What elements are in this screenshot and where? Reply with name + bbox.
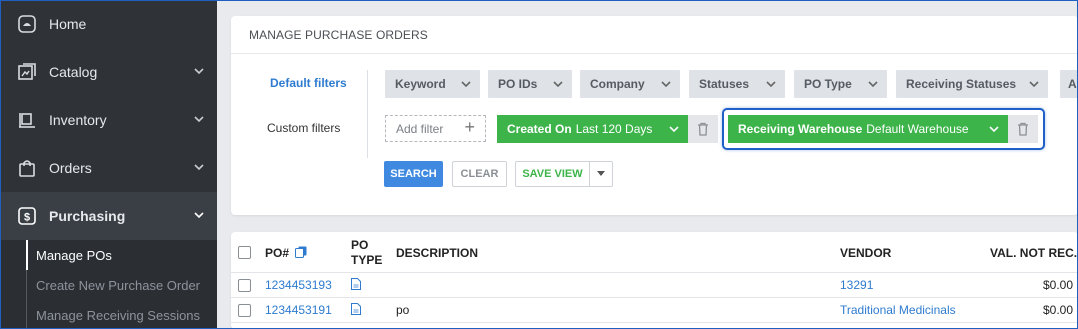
- filter-truncated[interactable]: A: [1060, 70, 1078, 98]
- divider: [231, 53, 1078, 54]
- divider: [231, 272, 1078, 273]
- clear-button[interactable]: CLEAR: [452, 161, 507, 187]
- sub-item-receiving-sessions[interactable]: Manage Receiving Sessions: [0, 300, 217, 329]
- chevron-down-icon: [1029, 81, 1039, 88]
- document-icon[interactable]: [351, 278, 361, 290]
- val-not-rec: $0.00: [1043, 278, 1074, 292]
- nav-purchasing-label: Purchasing: [49, 208, 126, 224]
- filter-label: Receiving Statuses: [906, 77, 1017, 91]
- chevron-down-icon: [766, 81, 776, 88]
- remove-receiving-warehouse-button[interactable]: [1008, 115, 1038, 143]
- filter-label: PO Type: [804, 77, 852, 91]
- purchasing-submenu: Manage POs Create New Purchase Order Man…: [0, 240, 217, 329]
- filter-label: PO IDs: [498, 77, 538, 91]
- svg-text:$: $: [24, 212, 30, 224]
- column-header-po[interactable]: PO#: [265, 246, 307, 260]
- chevron-down-icon: [194, 212, 204, 219]
- chevron-down-icon: [194, 68, 204, 75]
- default-filters-label[interactable]: Default filters: [270, 76, 347, 90]
- chevron-down-icon: [194, 164, 204, 171]
- receiving-warehouse-filter[interactable]: Receiving Warehouse Default Warehouse: [728, 115, 1008, 143]
- home-icon: [16, 13, 38, 35]
- filter-name: Created On: [507, 122, 572, 136]
- filter-label: Keyword: [395, 77, 446, 91]
- row-checkbox[interactable]: [238, 304, 251, 317]
- column-header-description[interactable]: DESCRIPTION: [396, 246, 478, 260]
- purchasing-icon: $: [16, 205, 38, 227]
- column-header-val-not-rec[interactable]: VAL. NOT REC.: [990, 246, 1077, 260]
- nav-orders-label: Orders: [49, 160, 92, 176]
- filter-value: Default Warehouse: [866, 122, 969, 136]
- filter-company[interactable]: Company: [580, 70, 680, 98]
- chevron-down-icon: [661, 81, 671, 88]
- filter-name: Receiving Warehouse: [738, 122, 863, 136]
- filter-label: A: [1068, 77, 1077, 91]
- divider: [231, 297, 1078, 298]
- remove-created-on-button[interactable]: [688, 115, 718, 143]
- search-button[interactable]: SEARCH: [384, 161, 443, 187]
- nav-home[interactable]: Home: [0, 0, 217, 48]
- trash-icon: [1018, 122, 1028, 136]
- po-number-link[interactable]: 1234453191: [265, 303, 332, 317]
- val-not-rec: $0.00: [1043, 303, 1074, 317]
- po-table: PO# PO TYPE DESCRIPTION VENDOR VAL. NOT …: [231, 232, 1078, 329]
- nav-inventory-label: Inventory: [49, 112, 107, 128]
- catalog-icon: [16, 61, 38, 83]
- filter-statuses[interactable]: Statuses: [689, 70, 785, 98]
- save-view-dropdown[interactable]: [589, 161, 613, 187]
- sub-item-manage-pos[interactable]: Manage POs: [0, 240, 217, 270]
- trash-icon: [698, 122, 708, 136]
- inventory-icon: [16, 109, 38, 131]
- filters-panel: MANAGE PURCHASE ORDERS Default filters C…: [231, 16, 1078, 215]
- column-header-vendor[interactable]: VENDOR: [840, 246, 891, 260]
- column-header-po-type[interactable]: PO TYPE: [351, 238, 382, 268]
- header-label: TYPE: [351, 253, 383, 267]
- divider: [231, 322, 1078, 323]
- caret-down-icon: [597, 171, 605, 176]
- orders-icon: [16, 157, 38, 179]
- nav-catalog[interactable]: Catalog: [0, 48, 217, 96]
- add-filter-label: Add filter: [396, 121, 444, 136]
- po-description: po: [396, 303, 410, 317]
- filter-po-ids[interactable]: PO IDs: [488, 70, 572, 98]
- chevron-down-icon: [553, 81, 563, 88]
- vendor-link[interactable]: Traditional Medicinals: [840, 303, 956, 317]
- document-icon[interactable]: [351, 303, 361, 315]
- chevron-down-icon: [868, 81, 878, 88]
- header-label: PO#: [265, 246, 290, 260]
- header-label: PO: [351, 238, 369, 252]
- select-all-checkbox[interactable]: [238, 246, 251, 259]
- chevron-down-icon: [461, 81, 471, 88]
- filter-po-type[interactable]: PO Type: [794, 70, 887, 98]
- divider: [367, 70, 368, 158]
- plus-icon: +: [464, 117, 475, 137]
- row-checkbox[interactable]: [238, 279, 251, 292]
- save-view-button[interactable]: SAVE VIEW: [515, 161, 589, 187]
- nav-home-label: Home: [49, 16, 87, 32]
- vendor-link[interactable]: 13291: [840, 278, 873, 292]
- nav-purchasing[interactable]: $ Purchasing: [0, 192, 217, 240]
- nav-catalog-label: Catalog: [49, 64, 98, 80]
- created-on-filter[interactable]: Created On Last 120 Days: [497, 115, 688, 143]
- nav-orders[interactable]: Orders: [0, 144, 217, 192]
- filter-label: Statuses: [699, 77, 750, 91]
- filter-label: Company: [590, 77, 645, 91]
- page-title: MANAGE PURCHASE ORDERS: [249, 28, 428, 42]
- chevron-down-icon: [194, 116, 204, 123]
- add-filter-button[interactable]: Add filter +: [385, 115, 486, 142]
- filter-value: Last 120 Days: [575, 122, 653, 136]
- filter-keyword[interactable]: Keyword: [385, 70, 480, 98]
- filter-receiving-statuses[interactable]: Receiving Statuses: [896, 70, 1048, 98]
- sidebar: Home Catalog Inventory Orders $ Purchasi…: [0, 0, 217, 329]
- chevron-down-icon: [669, 126, 679, 133]
- sub-item-create-po[interactable]: Create New Purchase Order: [0, 270, 217, 300]
- custom-filters-label: Custom filters: [267, 121, 341, 135]
- copy-icon[interactable]: [295, 246, 307, 258]
- nav-inventory[interactable]: Inventory: [0, 96, 217, 144]
- po-number-link[interactable]: 1234453193: [265, 278, 332, 292]
- chevron-down-icon: [989, 126, 999, 133]
